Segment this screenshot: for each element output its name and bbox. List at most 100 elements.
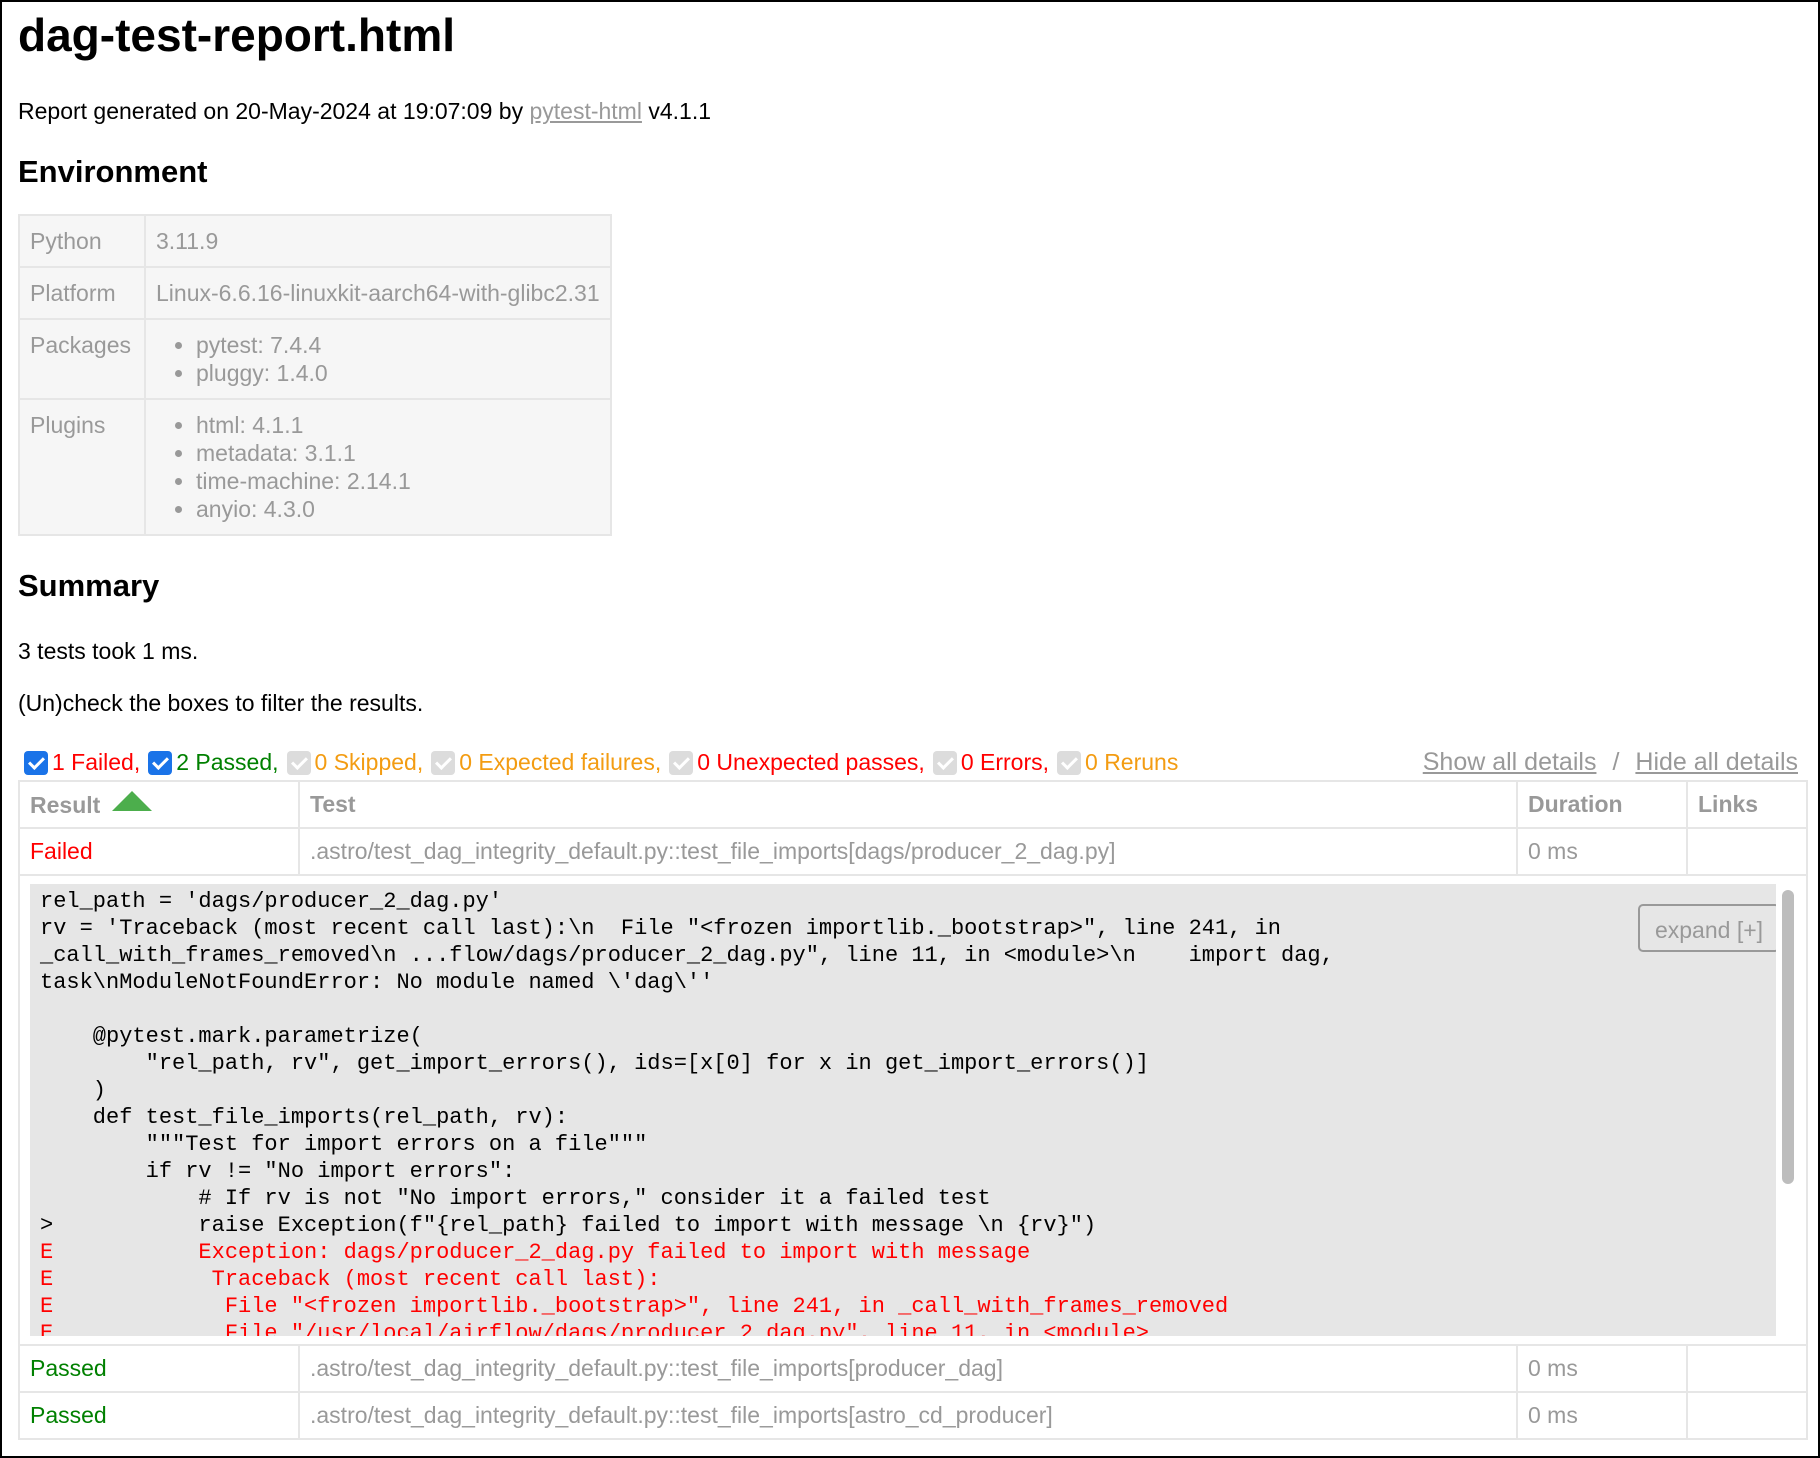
generated-prefix: Report generated on 20-May-2024 at 19:07… <box>18 98 530 124</box>
filter-unexpected-passes[interactable]: 0 Unexpected passes, <box>663 746 925 778</box>
log-line: task\nModuleNotFoundError: No module nam… <box>40 970 714 995</box>
log-line: rel_path = 'dags/producer_2_dag.py' <box>40 889 503 914</box>
column-links: Links <box>1686 780 1808 829</box>
pytest-html-link[interactable]: pytest-html <box>529 98 641 124</box>
filter-label: 0 Errors, <box>960 749 1050 775</box>
filter-label: 0 Expected failures, <box>459 749 662 775</box>
result-cell: Passed <box>18 1391 300 1440</box>
filter-passed[interactable]: 2 Passed, <box>142 746 279 778</box>
plugin-item: time-machine: 2.14.1 <box>196 467 600 495</box>
plugin-item: html: 4.1.1 <box>196 411 600 439</box>
filter-hint-text: (Un)check the boxes to filter the result… <box>18 690 424 716</box>
log-line: rv = 'Traceback (most recent call last):… <box>40 916 1282 941</box>
env-value-list: pytest: 7.4.4 pluggy: 1.4.0 <box>144 318 612 400</box>
report-frame: dag-test-report.html Report generated on… <box>0 0 1820 1458</box>
table-row[interactable]: Failed .astro/test_dag_integrity_default… <box>18 827 1808 876</box>
failure-log: rel_path = 'dags/producer_2_dag.py' rv =… <box>30 884 1796 1336</box>
column-duration[interactable]: Duration <box>1516 780 1688 829</box>
checkbox-disabled-icon[interactable] <box>1057 751 1082 775</box>
checkbox-checked-icon[interactable] <box>24 751 48 775</box>
log-error-line: E File "/usr/local/airflow/dags/producer… <box>40 1321 1149 1336</box>
summary-heading: Summary <box>18 568 160 603</box>
package-item: pluggy: 1.4.0 <box>196 359 600 387</box>
log-line: _call_with_frames_removed\n ...flow/dags… <box>40 943 1334 968</box>
log-cell: rel_path = 'dags/producer_2_dag.py' rv =… <box>18 874 1808 1346</box>
log-scrollbar[interactable] <box>1776 884 1796 1336</box>
checkbox-checked-icon[interactable] <box>148 751 173 775</box>
tests-took-text: 3 tests took 1 ms. <box>18 638 199 664</box>
environment-heading: Environment <box>18 154 208 189</box>
env-value: 3.11.9 <box>144 214 612 268</box>
report-content: dag-test-report.html Report generated on… <box>18 2 1808 1440</box>
env-row-packages: Packages pytest: 7.4.4 pluggy: 1.4.0 <box>18 318 612 400</box>
log-line: def test_file_imports(rel_path, rv): <box>40 1105 569 1130</box>
details-separator: / <box>1612 748 1620 776</box>
env-value: Linux-6.6.16-linuxkit-aarch64-with-glibc… <box>144 266 612 320</box>
filter-bar: 1 Failed, 2 Passed, 0 Skipped, 0 Expected f… <box>18 746 1808 778</box>
test-cell: .astro/test_dag_integrity_default.py::te… <box>298 827 1518 876</box>
plugin-item: anyio: 4.3.0 <box>196 495 600 523</box>
log-error-line: E Exception: dags/producer_2_dag.py fail… <box>40 1240 1031 1265</box>
environment-table: Python 3.11.9 Platform Linux-6.6.16-linu… <box>18 214 612 536</box>
log-row: rel_path = 'dags/producer_2_dag.py' rv =… <box>18 874 1808 1346</box>
log-line: # If rv is not "No import errors," consi… <box>40 1186 991 1211</box>
env-row-plugins: Plugins html: 4.1.1 metadata: 3.1.1 time… <box>18 398 612 536</box>
column-result-label: Result <box>30 791 101 818</box>
show-all-details-link[interactable]: Show all details <box>1423 748 1597 776</box>
generated-suffix: v4.1.1 <box>641 98 711 124</box>
triangle-up-icon[interactable] <box>112 790 153 811</box>
env-key: Python <box>18 214 146 268</box>
duration-cell: 0 ms <box>1516 827 1688 876</box>
log-box[interactable]: rel_path = 'dags/producer_2_dag.py' rv =… <box>30 884 1796 1336</box>
column-result[interactable]: Result <box>18 780 300 829</box>
log-line: ) <box>40 1078 107 1103</box>
checkbox-disabled-icon[interactable] <box>932 751 957 775</box>
log-line: @pytest.mark.parametrize( <box>40 1024 423 1049</box>
log-error-line: E Traceback (most recent call last): <box>40 1267 661 1292</box>
scrollbar-thumb[interactable] <box>1782 890 1794 1184</box>
package-item: pytest: 7.4.4 <box>196 331 600 359</box>
log-line: """Test for import errors on a file""" <box>40 1132 648 1157</box>
env-value-list: html: 4.1.1 metadata: 3.1.1 time-machine… <box>144 398 612 536</box>
page-title: dag-test-report.html <box>18 9 455 61</box>
log-line: "rel_path, rv", get_import_errors(), ids… <box>40 1051 1149 1076</box>
filter-reruns[interactable]: 0 Reruns <box>1051 746 1178 778</box>
filter-label: 1 Failed, <box>52 749 141 775</box>
filter-label: 0 Reruns <box>1085 749 1179 775</box>
checkbox-disabled-icon[interactable] <box>431 751 456 775</box>
env-row-platform: Platform Linux-6.6.16-linuxkit-aarch64-w… <box>18 266 612 320</box>
hide-all-details-link[interactable]: Hide all details <box>1635 748 1798 776</box>
table-row[interactable]: Passed .astro/test_dag_integrity_default… <box>18 1344 1808 1393</box>
links-cell <box>1686 1344 1808 1393</box>
test-cell: .astro/test_dag_integrity_default.py::te… <box>298 1344 1518 1393</box>
env-key: Plugins <box>18 398 146 536</box>
duration-cell: 0 ms <box>1516 1391 1688 1440</box>
test-cell: .astro/test_dag_integrity_default.py::te… <box>298 1391 1518 1440</box>
generated-line: Report generated on 20-May-2024 at 19:07… <box>18 96 1808 126</box>
env-key: Packages <box>18 318 146 400</box>
filter-skipped[interactable]: 0 Skipped, <box>281 746 424 778</box>
filter-errors[interactable]: 0 Errors, <box>927 746 1049 778</box>
plugin-item: metadata: 3.1.1 <box>196 439 600 467</box>
filter-label: 0 Skipped, <box>314 749 424 775</box>
column-test[interactable]: Test <box>298 780 1518 829</box>
links-cell <box>1686 827 1808 876</box>
filter-label: 2 Passed, <box>176 749 279 775</box>
checkbox-disabled-icon[interactable] <box>669 751 694 775</box>
details-toggle: Show all details / Hide all details <box>1423 746 1798 778</box>
duration-cell: 0 ms <box>1516 1344 1688 1393</box>
table-row[interactable]: Passed .astro/test_dag_integrity_default… <box>18 1391 1808 1440</box>
results-header: Result Test Duration Links <box>18 780 1808 829</box>
filter-expected-failures[interactable]: 0 Expected failures, <box>425 746 661 778</box>
log-line: > raise Exception(f"{rel_path} failed to… <box>40 1213 1097 1238</box>
log-line: if rv != "No import errors": <box>40 1159 516 1184</box>
checkbox-disabled-icon[interactable] <box>286 751 311 775</box>
results-table: Result Test Duration Links Failed .astro… <box>18 780 1808 1440</box>
result-cell: Failed <box>18 827 300 876</box>
env-key: Platform <box>18 266 146 320</box>
filter-failed[interactable]: 1 Failed, <box>18 746 140 778</box>
filter-label: 0 Unexpected passes, <box>697 749 925 775</box>
links-cell <box>1686 1391 1808 1440</box>
expand-button[interactable]: expand [+] <box>1638 904 1780 952</box>
log-error-line: E File "<frozen importlib._bootstrap>", … <box>40 1294 1229 1319</box>
